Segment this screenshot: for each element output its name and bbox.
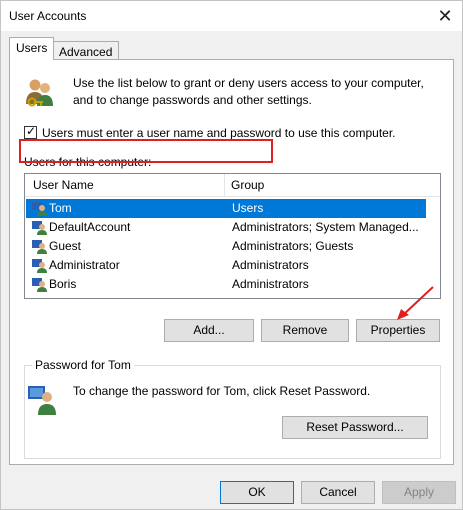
- table-row[interactable]: DefaultAccount Administrators; System Ma…: [26, 218, 426, 237]
- password-group-legend: Password for Tom: [32, 358, 134, 372]
- intro-line-2: and to change passwords and other settin…: [73, 93, 312, 107]
- table-row[interactable]: Administrator Administrators: [26, 256, 426, 275]
- group-cell: Administrators; Guests: [232, 239, 354, 253]
- user-name-cell: Tom: [49, 201, 72, 215]
- password-groupbox: Password for Tom: [24, 358, 441, 459]
- user-accounts-window: User Accounts ✕ Users Advanced Use the l…: [0, 0, 463, 510]
- user-icon: [32, 221, 47, 235]
- users-list-label: Users for this computer:: [24, 155, 152, 169]
- users-icon: [26, 79, 53, 107]
- table-row[interactable]: Tom Users: [26, 199, 426, 218]
- reset-password-button[interactable]: Reset Password...: [282, 416, 428, 439]
- tab-users[interactable]: Users: [9, 37, 55, 60]
- close-icon[interactable]: ✕: [432, 3, 458, 29]
- user-icon: [32, 259, 47, 273]
- window-title: User Accounts: [9, 9, 87, 23]
- add-user-button[interactable]: Add...: [164, 319, 254, 342]
- table-row[interactable]: Boris Administrators: [26, 275, 426, 294]
- group-cell: Administrators; System Managed...: [232, 220, 419, 234]
- table-row[interactable]: Guest Administrators; Guests: [26, 237, 426, 256]
- group-cell: Users: [232, 201, 264, 215]
- user-name-cell: Boris: [49, 277, 77, 291]
- column-separator[interactable]: [224, 174, 225, 196]
- require-login-label[interactable]: Users must enter a user name and passwor…: [42, 126, 396, 140]
- password-user-icon: [28, 386, 56, 415]
- users-list-header: User Name Group: [25, 174, 440, 197]
- group-cell: Administrators: [232, 277, 309, 291]
- user-name-cell: DefaultAccount: [49, 220, 131, 234]
- users-list[interactable]: User Name Group Tom Users DefaultAccount…: [24, 173, 441, 299]
- users-tab-panel: Use the list below to grant or deny user…: [9, 59, 454, 465]
- user-name-cell: Guest: [49, 239, 82, 253]
- user-icon: [32, 278, 47, 292]
- properties-button[interactable]: Properties: [356, 319, 440, 342]
- cancel-button[interactable]: Cancel: [301, 481, 375, 504]
- column-header-user-name[interactable]: User Name: [33, 178, 94, 192]
- title-bar[interactable]: User Accounts ✕: [1, 1, 462, 31]
- group-cell: Administrators: [232, 258, 309, 272]
- apply-button[interactable]: Apply: [382, 481, 456, 504]
- user-icon: [32, 202, 47, 216]
- user-name-cell: Administrator: [49, 258, 120, 272]
- remove-user-button[interactable]: Remove: [261, 319, 349, 342]
- column-header-group[interactable]: Group: [231, 178, 264, 192]
- user-icon: [32, 240, 47, 254]
- intro-text: Use the list below to grant or deny user…: [73, 75, 443, 109]
- tab-advanced[interactable]: Advanced: [52, 41, 120, 60]
- intro-line-1: Use the list below to grant or deny user…: [73, 76, 424, 90]
- ok-button[interactable]: OK: [220, 481, 294, 504]
- password-help-text: To change the password for Tom, click Re…: [73, 384, 371, 398]
- checkmark-icon: ✓: [26, 124, 37, 138]
- require-login-checkbox[interactable]: ✓: [24, 124, 37, 139]
